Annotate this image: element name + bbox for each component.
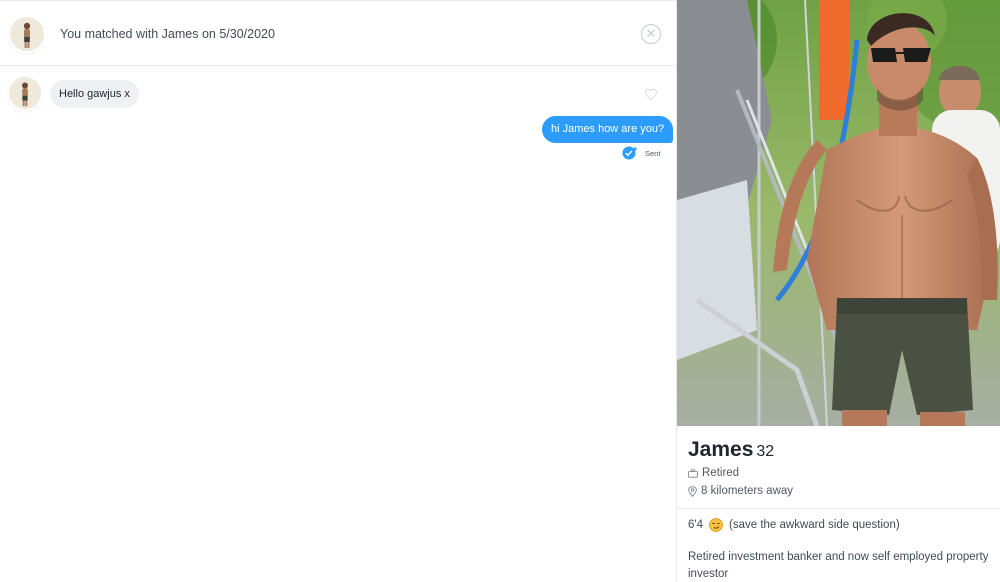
sent-message-bubble[interactable]: hi James how are you? (542, 116, 674, 143)
profile-bio-line: 6'4 (save the awkward side question) (688, 518, 900, 532)
profile-job-text: Retired (702, 467, 740, 479)
profile-panel: James 32 Retired 8 kilometers away 6'4 (… (677, 0, 1000, 582)
profile-distance-text: 8 kilometers away (701, 485, 794, 497)
profile-name: James (688, 438, 754, 461)
match-header: You matched with James on 5/30/2020 ✕ (0, 0, 677, 66)
profile-distance: 8 kilometers away (688, 485, 793, 497)
received-message-bubble[interactable]: Hello gawjus x (50, 80, 139, 108)
like-heart-icon[interactable] (645, 89, 657, 100)
app-root: You matched with James on 5/30/2020 ✕ He… (0, 0, 1000, 582)
location-pin-icon (688, 485, 697, 497)
profile-age: 32 (756, 443, 775, 460)
profile-height: 6'4 (688, 519, 703, 531)
match-info-text: You matched with James on 5/30/2020 (60, 27, 275, 41)
smirk-emoji-icon (709, 518, 723, 532)
profile-divider (677, 508, 1000, 509)
profile-bio-text: Retired investment banker and now self e… (688, 551, 989, 580)
sent-check-icon (622, 146, 637, 160)
profile-bio-aside: (save the awkward side question) (729, 519, 900, 531)
profile-photo[interactable] (677, 0, 1000, 426)
profile-job: Retired (688, 467, 739, 479)
close-icon[interactable]: ✕ (641, 24, 661, 44)
profile-name-row: James 32 (688, 438, 774, 462)
message-sender-avatar[interactable] (9, 77, 41, 109)
message-status: Sent (645, 149, 661, 158)
briefcase-icon (688, 468, 698, 478)
chat-panel: You matched with James on 5/30/2020 ✕ He… (0, 0, 677, 582)
match-avatar[interactable] (10, 17, 44, 51)
